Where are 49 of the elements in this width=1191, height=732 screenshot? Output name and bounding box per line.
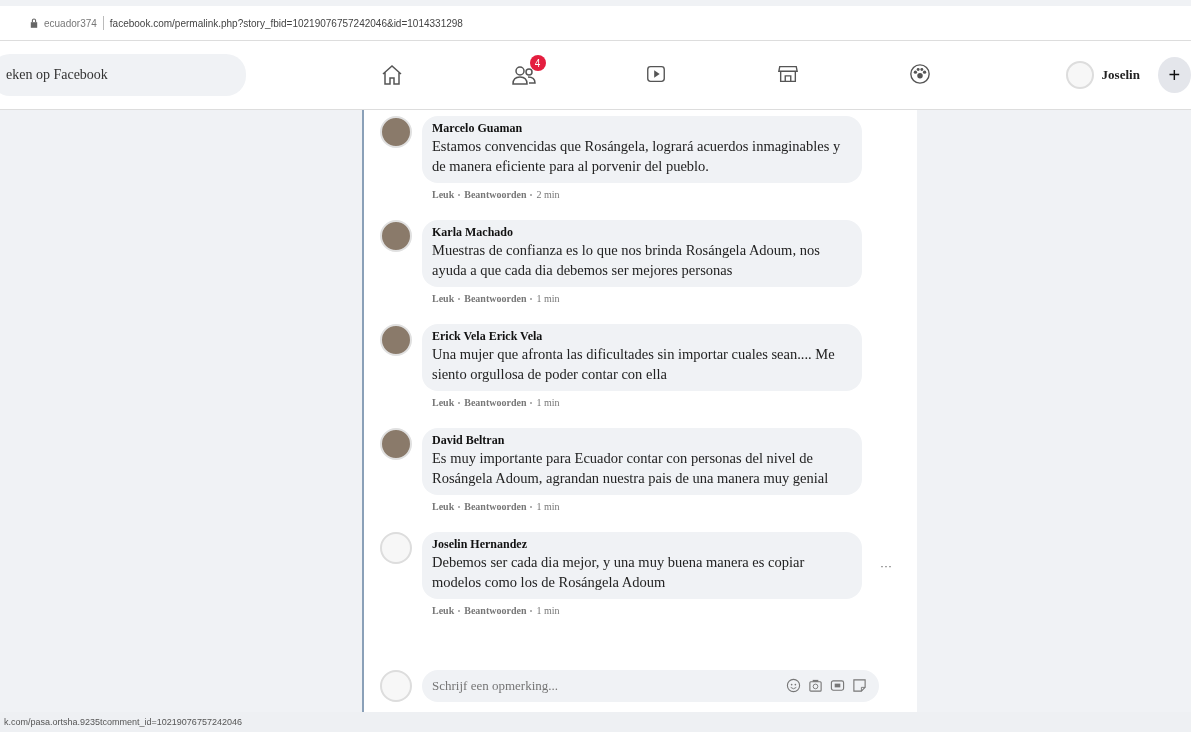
url-text: facebook.com/permalink.php?story_fbid=10219076757242046&id=1014331298 [109,17,463,29]
group-icon[interactable] [908,63,931,85]
comment-time[interactable]: 1 min [536,293,560,304]
reply-link[interactable]: Beantwoorden [464,397,527,408]
notification-badge: 4 [529,55,546,71]
reply-link[interactable]: Beantwoorden [464,501,527,512]
avatar-icon [380,532,412,564]
like-link[interactable]: Leuk [432,293,455,304]
reply-link[interactable]: Beantwoorden [464,189,527,200]
comment-time[interactable]: 2 min [536,189,560,200]
comment-time[interactable]: 1 min [536,501,560,512]
author-name[interactable]: David Beltran [432,433,848,448]
create-button[interactable]: + [1157,57,1191,93]
like-link[interactable]: Leuk [432,501,455,512]
comment-time[interactable]: 1 min [536,605,560,616]
people-icon[interactable] [510,63,537,87]
photo-placeholder [380,428,412,460]
reply-link[interactable]: Beantwoorden [464,605,527,616]
avatar-icon [1065,61,1094,89]
author-name[interactable]: Erick Vela Erick Vela [432,329,848,344]
comment-time[interactable]: 1 min [536,397,560,408]
lock-icon [30,18,38,28]
sticker-icon[interactable] [852,678,867,693]
address-bar[interactable]: ecuador374 facebook.com/permalink.php?story_fbid=10219076757242046&id=1014331298 [0,6,1191,41]
play-icon[interactable] [644,63,667,85]
more-button[interactable]: ··· [880,558,892,573]
search-field[interactable]: eken op Facebook [0,54,246,96]
comment-text: Debemos ser cada dia mejor, y una muy buena manera es copiar modelos como los de Rosángela Adoum [432,553,806,592]
site-name: ecuador374 [44,17,97,29]
emoji-icon[interactable] [786,678,801,693]
like-link[interactable]: Leuk [432,605,455,616]
photo-placeholder [380,220,412,252]
author-name[interactable]: Marcelo Guaman [432,121,848,136]
comment-field[interactable]: Schrijf een opmerking... [422,670,879,702]
comment-text: Es muy importante para Ecuador contar con personas del nivel de Rosángela Adoum, agrandan nuestra pais de una manera muy genial [432,449,830,488]
photo-placeholder [380,116,412,148]
author-name[interactable]: Joselin Hernandez [432,537,848,552]
comment-text: Una mujer que afronta las dificultades sin importar cuales sean.... Me siento orgullosa de poder contar con ella [432,345,836,384]
comment-text: Muestras de confianza es lo que nos brinda Rosángela Adoum, nos ayuda a que cada dia debemos ser mejores personas [432,241,821,280]
shop-icon[interactable] [776,63,799,85]
photo-placeholder [380,324,412,356]
camera-icon[interactable] [808,678,823,693]
reply-link[interactable]: Beantwoorden [464,293,527,304]
like-link[interactable]: Leuk [432,397,455,408]
profile-link[interactable]: Joselin [1065,61,1140,89]
author-name[interactable]: Karla Machado [432,225,848,240]
like-link[interactable]: Leuk [432,189,455,200]
comment-text: Estamos convencidas que Rosángela, logrará acuerdos inmaginables y de manera eficiente para al porvenir del pueblo. [432,137,842,176]
avatar-icon [380,670,412,702]
